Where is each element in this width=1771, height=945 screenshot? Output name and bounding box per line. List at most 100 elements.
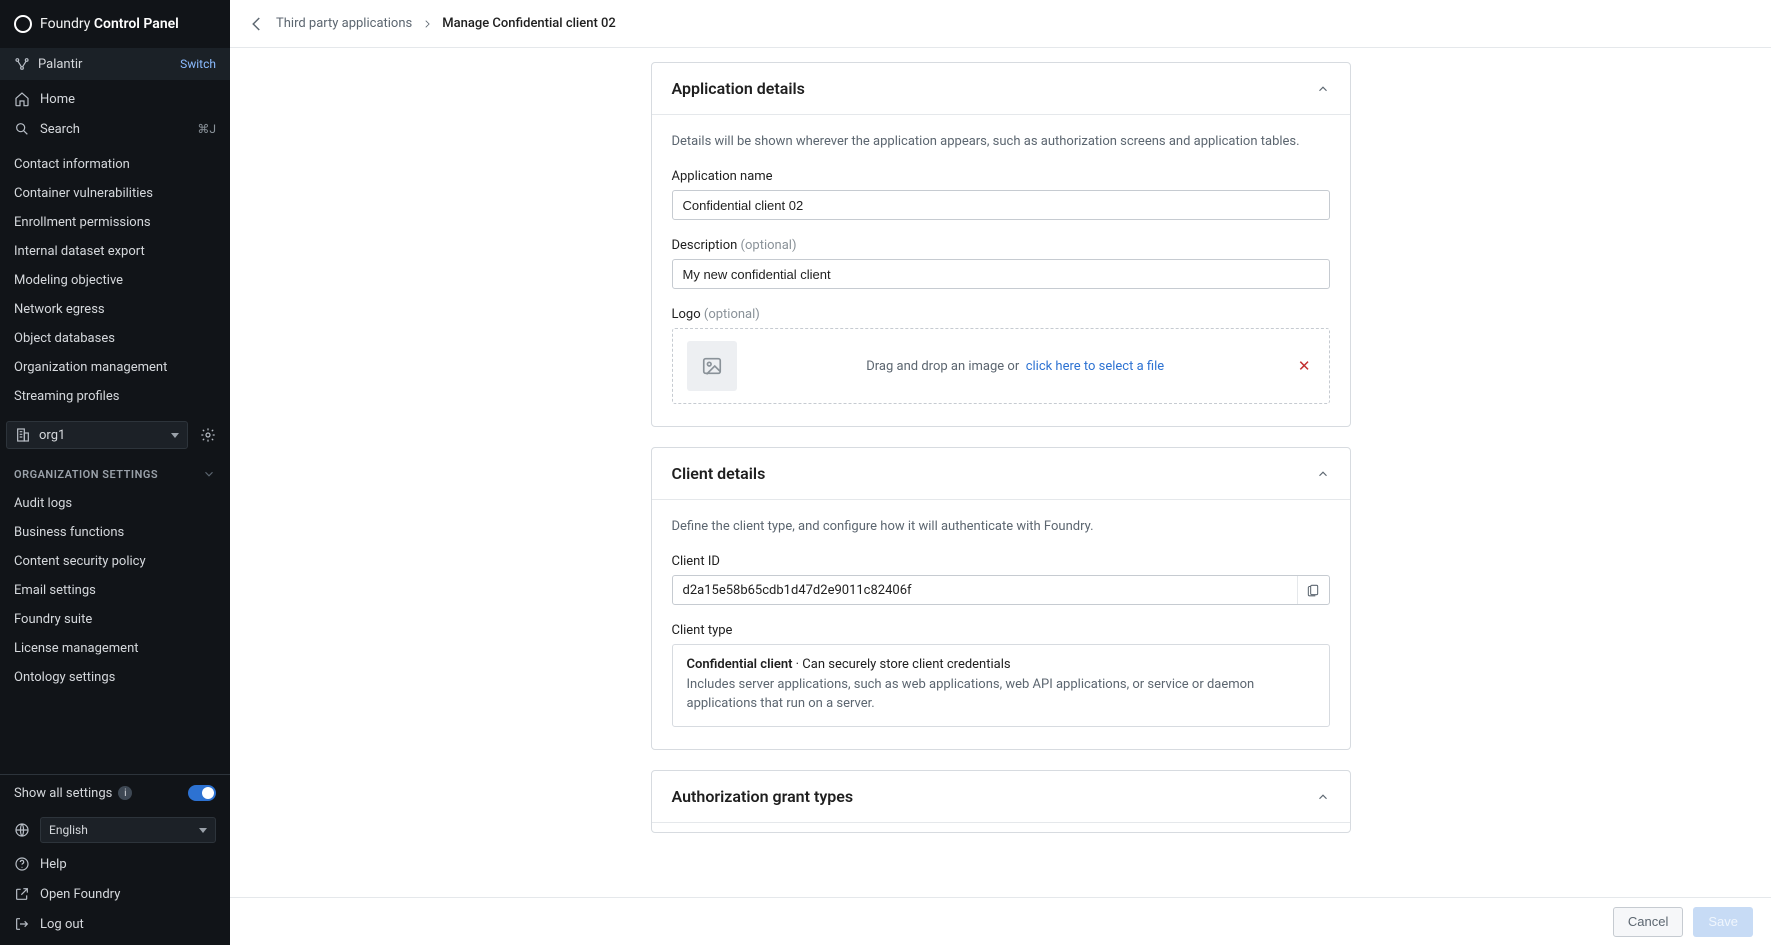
app-name-input[interactable] [672,190,1330,220]
sidebar-item-license-management[interactable]: License management [0,634,230,663]
sidebar-item-content-security-policy[interactable]: Content security policy [0,547,230,576]
search-icon [14,121,30,137]
save-button[interactable]: Save [1693,907,1753,937]
client-details-header[interactable]: Client details [652,448,1350,499]
tenant-switch[interactable]: Switch [180,57,216,71]
card-title: Authorization grant types [672,787,854,806]
org-settings-header[interactable]: ORGANIZATION SETTINGS [0,459,230,489]
sidebar-item-enrollment-permissions[interactable]: Enrollment permissions [0,208,230,237]
open-foundry-label: Open Foundry [40,887,120,902]
logo-dropzone[interactable]: Drag and drop an image or click here to … [672,328,1330,404]
sidebar-item-foundry-suite[interactable]: Foundry suite [0,605,230,634]
main: Third party applications Manage Confiden… [230,0,1771,945]
logout-link[interactable]: Log out [0,909,230,939]
sidebar-item-search[interactable]: Search ⌘J [0,114,230,144]
chevron-down-icon [202,467,216,481]
client-type-field: Client type Confidential client · Can se… [672,623,1330,727]
client-details-card: Client details Define the client type, a… [651,447,1351,750]
show-all-settings-row: Show all settings i [0,775,230,811]
auth-grant-header[interactable]: Authorization grant types [652,771,1350,822]
show-all-toggle[interactable] [188,785,216,801]
sidebar-item-label: Search [40,122,80,137]
cancel-button[interactable]: Cancel [1613,907,1683,937]
open-foundry-link[interactable]: Open Foundry [0,879,230,909]
sidebar-item-label: Home [40,92,75,107]
org-settings-gear[interactable] [196,423,220,447]
org-settings-header-label: ORGANIZATION SETTINGS [14,468,158,481]
sidebar-item-organization-management[interactable]: Organization management [0,353,230,382]
help-icon [14,856,30,872]
app-name-label: Application name [672,169,1330,184]
client-id-field: Client ID d2a15e58b65cdb1d47d2e9011c8240… [672,554,1330,605]
org-icon [15,427,31,443]
breadcrumb-current: Manage Confidential client 02 [442,16,616,31]
dropzone-text: Drag and drop an image or click here to … [751,359,1280,374]
image-icon [701,355,723,377]
client-type-description: Includes server applications, such as we… [687,676,1315,714]
logo-thumb [687,341,737,391]
org-selector[interactable]: org1 [6,421,188,449]
client-id-copy-button[interactable] [1297,576,1329,604]
dropzone-browse-link[interactable]: click here to select a file [1026,359,1164,374]
clipboard-icon [1306,583,1320,597]
card-title: Client details [672,464,766,483]
org-selector-label: org1 [39,428,65,443]
chevron-right-icon [422,19,432,29]
app-description-input[interactable] [672,259,1330,289]
brand: Foundry Control Panel [0,0,230,48]
auth-grant-card: Authorization grant types [651,770,1351,833]
sidebar-item-audit-logs[interactable]: Audit logs [0,489,230,518]
sidebar-item-home[interactable]: Home [0,84,230,114]
app-logo-label: Logo (optional) [672,307,1330,322]
sidebar-item-ontology-settings[interactable]: Ontology settings [0,663,230,692]
sidebar-item-streaming-profiles[interactable]: Streaming profiles [0,382,230,411]
tenant-row: Palantir Switch [0,48,230,80]
sidebar-item-email-settings[interactable]: Email settings [0,576,230,605]
sidebar: Foundry Control Panel Palantir Switch Ho… [0,0,230,945]
sidebar-item-internal-dataset-export[interactable]: Internal dataset export [0,237,230,266]
home-icon [14,91,30,107]
client-id-label: Client ID [672,554,1330,569]
content-scroll[interactable]: Application details Details will be show… [230,48,1771,897]
client-details-help: Define the client type, and configure ho… [672,518,1330,536]
sidebar-item-modeling-objective[interactable]: Modeling objective [0,266,230,295]
org-picker-row: org1 [0,411,230,459]
sidebar-item-business-functions[interactable]: Business functions [0,518,230,547]
sidebar-footer: Show all settings i English Help Open Fo… [0,774,230,945]
language-label: English [49,823,88,837]
search-shortcut: ⌘J [197,122,216,136]
caret-down-icon [171,433,179,438]
globe-icon [14,822,30,838]
help-link[interactable]: Help [0,849,230,879]
application-details-header[interactable]: Application details [652,63,1350,114]
client-type-short: · Can securely store client credentials [792,657,1010,672]
sidebar-item-container-vulnerabilities[interactable]: Container vulnerabilities [0,179,230,208]
action-bar: Cancel Save [230,897,1771,945]
help-label: Help [40,857,67,872]
foundry-logo-icon [14,15,32,33]
card-title: Application details [672,79,805,98]
chevron-up-icon [1316,790,1330,804]
client-type-title-row: Confidential client · Can securely store… [687,657,1315,672]
client-type-box: Confidential client · Can securely store… [672,644,1330,727]
sidebar-item-contact-information[interactable]: Contact information [0,150,230,179]
info-icon[interactable]: i [118,786,132,800]
sidebar-item-object-databases[interactable]: Object databases [0,324,230,353]
logout-icon [14,916,30,932]
client-type-label: Client type [672,623,1330,638]
application-details-card: Application details Details will be show… [651,62,1351,427]
tenant-name: Palantir [38,57,82,72]
back-arrow-icon[interactable] [248,15,266,33]
app-description-label: Description (optional) [672,238,1330,253]
dropzone-clear-button[interactable]: ✕ [1294,355,1315,378]
gear-icon [200,427,216,443]
chevron-up-icon [1316,82,1330,96]
breadcrumb-parent[interactable]: Third party applications [276,16,412,31]
app-details-help: Details will be shown wherever the appli… [672,133,1330,151]
client-type-name: Confidential client [687,657,793,672]
sidebar-item-network-egress[interactable]: Network egress [0,295,230,324]
show-all-label: Show all settings [14,786,112,801]
external-link-icon [14,886,30,902]
chevron-up-icon [1316,467,1330,481]
language-selector[interactable]: English [40,817,216,843]
